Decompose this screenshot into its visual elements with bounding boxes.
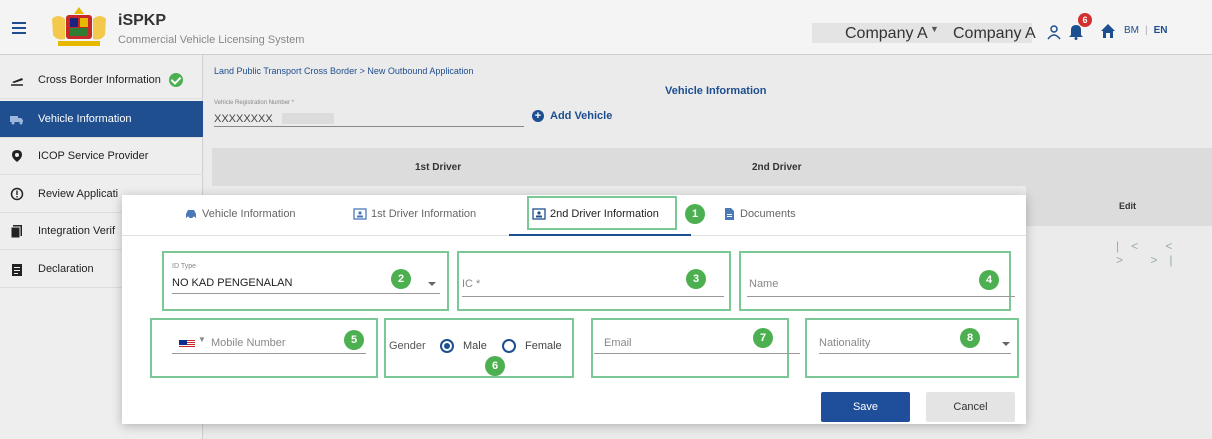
language-switch: BM | EN	[1124, 25, 1168, 36]
callout-number-2: 2	[391, 269, 411, 289]
sidebar-item-cross-border[interactable]: Cross Border Information	[0, 62, 203, 99]
callout-number-4: 4	[979, 270, 999, 290]
driver-table-header: 1st Driver 2nd Driver	[212, 148, 1212, 186]
notification-badge: 6	[1078, 13, 1092, 27]
vehicle-reg-input[interactable]: XXXXXXXX	[214, 113, 524, 127]
check-circle-icon	[168, 73, 183, 87]
callout-number-6: 6	[485, 356, 505, 376]
gender-male-label[interactable]: Male	[463, 340, 487, 352]
tab-1st-driver-information[interactable]: 1st Driver Information	[353, 208, 476, 220]
country-caret-icon[interactable]: ▼	[198, 335, 206, 344]
sidebar-item-label: Integration Verif	[38, 225, 116, 237]
user-icon[interactable]	[1046, 24, 1062, 40]
ic-underline	[462, 296, 724, 297]
id-type-underline	[172, 293, 440, 294]
caret-down-icon[interactable]: ▼	[930, 24, 939, 34]
callout-frame-name	[739, 251, 1011, 311]
ic-input[interactable]: IC *	[462, 278, 480, 290]
callout-frame-tab	[527, 196, 677, 230]
mobile-underline	[172, 353, 366, 354]
document-icon	[10, 225, 22, 238]
callout-number-5: 5	[344, 330, 364, 350]
callout-number-8: 8	[960, 328, 980, 348]
coat-of-arms-logo	[52, 7, 106, 46]
vehicle-reg-label: Vehicle Registration Number *	[214, 100, 295, 106]
driver-1-header: 1st Driver	[415, 162, 462, 173]
company-name: Company A	[953, 25, 1036, 42]
id-card-icon	[353, 208, 367, 220]
car-icon	[186, 210, 196, 220]
gender-female-radio[interactable]	[502, 339, 516, 353]
name-underline	[747, 296, 1015, 297]
menu-icon[interactable]	[12, 22, 26, 34]
tab-label: 1st Driver Information	[371, 208, 477, 220]
caret-down-icon[interactable]	[428, 282, 436, 286]
tab-documents[interactable]: Documents	[722, 208, 796, 220]
nationality-select[interactable]: Nationality	[819, 337, 870, 349]
driver-info-dialog: Vehicle Information 1st Driver Informati…	[122, 195, 1026, 424]
email-underline	[594, 353, 800, 354]
id-type-select[interactable]: NO KAD PENGENALAN	[172, 277, 292, 289]
tab-label: Documents	[740, 208, 796, 220]
active-tab-indicator	[509, 234, 691, 236]
app-subtitle: Commercial Vehicle Licensing System	[118, 34, 305, 46]
edit-column-header: Edit	[1026, 186, 1212, 226]
location-pin-icon	[12, 150, 22, 162]
sidebar-item-label: ICOP Service Provider	[38, 150, 149, 162]
file-icon	[725, 208, 734, 220]
home-icon[interactable]	[1100, 23, 1116, 39]
plus-circle-icon: +	[532, 110, 544, 122]
sidebar-item-label: Declaration	[38, 263, 94, 275]
info-circle-icon	[10, 187, 24, 201]
tab-vehicle-information[interactable]: Vehicle Information	[184, 208, 296, 220]
caret-down-icon[interactable]	[1002, 342, 1010, 346]
lang-en-link[interactable]: EN	[1154, 25, 1168, 36]
app-title: iSPKP	[118, 12, 167, 29]
sidebar-item-icop[interactable]: ICOP Service Provider	[0, 138, 203, 175]
lang-bm-link[interactable]: BM	[1124, 25, 1139, 36]
top-bar: iSPKP Commercial Vehicle Licensing Syste…	[0, 0, 1212, 55]
sidebar-item-label: Cross Border Information	[38, 74, 161, 86]
section-title: Vehicle Information	[665, 85, 767, 97]
company-selector[interactable]: Company A	[845, 25, 928, 43]
callout-number-3: 3	[686, 269, 706, 289]
driver-2-header: 2nd Driver	[752, 162, 802, 173]
mobile-number-input[interactable]: Mobile Number	[211, 337, 286, 349]
sidebar-item-label: Vehicle Information	[38, 113, 132, 125]
breadcrumb[interactable]: Land Public Transport Cross Border > New…	[214, 66, 473, 76]
callout-number-7: 7	[753, 328, 773, 348]
add-vehicle-label: Add Vehicle	[550, 110, 613, 122]
gender-female-label[interactable]: Female	[525, 340, 562, 352]
edit-header-label: Edit	[1119, 201, 1136, 211]
clipboard-icon	[12, 264, 22, 276]
sidebar-item-label: Review Applicati	[38, 188, 119, 200]
truck-icon	[10, 116, 23, 125]
add-vehicle-button[interactable]: + Add Vehicle	[532, 110, 612, 122]
email-input[interactable]: Email	[604, 337, 632, 349]
id-type-label: ID Type	[172, 263, 196, 270]
pagination[interactable]: |< < > >|	[1116, 239, 1212, 267]
callout-number-1: 1	[685, 204, 705, 224]
cancel-button[interactable]: Cancel	[926, 392, 1015, 422]
gender-male-radio[interactable]	[440, 339, 454, 353]
tab-label: Vehicle Information	[202, 208, 296, 220]
sidebar-item-vehicle-information[interactable]: Vehicle Information	[0, 101, 203, 138]
malaysia-flag-icon[interactable]	[179, 340, 195, 348]
save-button[interactable]: Save	[821, 392, 910, 422]
airplane-icon	[11, 78, 23, 86]
name-input[interactable]: Name	[749, 278, 778, 290]
gender-label: Gender	[389, 340, 426, 352]
nationality-underline	[819, 353, 1011, 354]
